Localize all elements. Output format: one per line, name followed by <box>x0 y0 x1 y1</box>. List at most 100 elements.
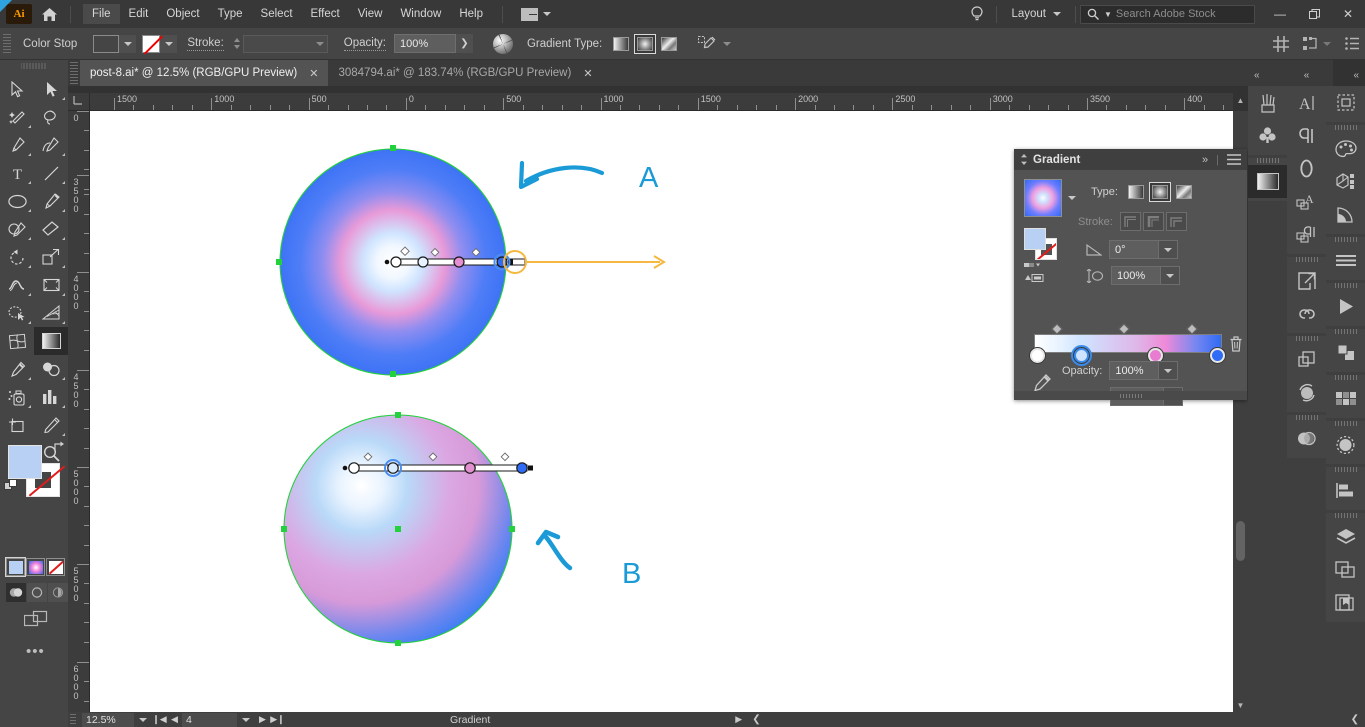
dock-group-gripper[interactable] <box>1334 375 1357 380</box>
panel-type-radial-button[interactable] <box>1148 182 1171 202</box>
draw-mode-behind[interactable] <box>27 583 47 602</box>
gradient-midpoint-3[interactable] <box>1186 323 1198 335</box>
export-icon[interactable] <box>1287 264 1326 297</box>
menu-view[interactable]: View <box>349 4 392 24</box>
stroke-weight-field[interactable] <box>242 34 328 53</box>
gradient-stroke-indicator[interactable] <box>1024 273 1046 284</box>
first-artboard-icon[interactable]: ❙◀ <box>152 714 167 725</box>
stop-opacity-field[interactable]: 100% <box>1109 361 1160 380</box>
aspect-ratio-dropdown[interactable] <box>1161 266 1180 285</box>
tool-scale[interactable] <box>34 243 68 271</box>
gradient-preview-swatch[interactable] <box>1024 179 1062 217</box>
dock-group-gripper[interactable] <box>1334 283 1357 288</box>
gradient-type-linear-button[interactable] <box>610 34 632 54</box>
gradient-type-radial-button[interactable] <box>634 33 657 54</box>
tab-strip-gripper[interactable] <box>70 62 78 84</box>
tool-shaper[interactable] <box>0 215 34 243</box>
panel-expand-icon[interactable]: » <box>1202 154 1208 166</box>
layers-icon[interactable] <box>1326 520 1365 553</box>
dock-group-gripper[interactable] <box>1295 336 1318 341</box>
dock-group-gripper[interactable] <box>1334 467 1357 472</box>
tool-pen[interactable] <box>0 131 34 159</box>
gradient-type-freeform-button[interactable] <box>658 34 680 54</box>
tool-magic-wand[interactable] <box>0 103 34 131</box>
panel-type-freeform-button[interactable] <box>1173 182 1195 202</box>
vertical-scroll-thumb[interactable] <box>1236 521 1245 561</box>
appearance-icon[interactable] <box>1326 428 1365 461</box>
stroke-dropdown-arrow[interactable] <box>160 34 178 53</box>
next-artboard-icon[interactable]: ▶ <box>255 714 270 725</box>
menu-effect[interactable]: Effect <box>302 4 349 24</box>
dock-expand-icon-right[interactable]: « <box>1353 70 1359 81</box>
artboards2-icon[interactable] <box>1326 553 1365 586</box>
brushes-icon[interactable] <box>1248 86 1287 119</box>
gradient-ramp[interactable] <box>1034 334 1222 353</box>
adobe-stock-search[interactable]: ▼ Search Adobe Stock <box>1080 4 1255 24</box>
draw-mode-normal[interactable] <box>6 583 26 602</box>
edit-toolbar-button[interactable]: ••• <box>26 643 45 660</box>
delete-stop-icon[interactable] <box>1229 336 1243 352</box>
tool-mesh[interactable] <box>0 327 34 355</box>
paint-mode-none[interactable] <box>46 558 65 576</box>
tool-symbol-sprayer[interactable] <box>0 383 34 411</box>
glyphs-icon[interactable] <box>1287 152 1326 185</box>
dock-group-gripper[interactable] <box>1256 158 1279 163</box>
tool-type[interactable]: T <box>0 159 34 187</box>
close-icon[interactable]: ✕ <box>583 67 592 80</box>
edit-gradient-button[interactable] <box>698 35 732 52</box>
dock-group-gripper[interactable] <box>1295 257 1318 262</box>
tool-curvature[interactable] <box>34 131 68 159</box>
scroll-up-icon[interactable]: ▲ <box>1233 93 1248 107</box>
dock-group-gripper[interactable] <box>1334 125 1357 130</box>
artboard-number-field[interactable]: 4 <box>182 712 237 727</box>
symbols-icon[interactable] <box>1248 119 1287 152</box>
menu-edit[interactable]: Edit <box>120 4 158 24</box>
stroke-centered-button[interactable] <box>1142 212 1164 231</box>
status-expand-icon[interactable]: ▶ <box>735 714 742 725</box>
color-icon[interactable] <box>1326 132 1365 165</box>
scroll-down-icon[interactable]: ▼ <box>1233 698 1248 712</box>
eyedropper-icon[interactable] <box>1032 373 1052 393</box>
stroke-color-button[interactable] <box>142 34 178 53</box>
opacity-options-button[interactable]: ❯ <box>455 34 473 53</box>
paragraph-icon[interactable] <box>1287 119 1326 152</box>
tool-width[interactable] <box>0 271 34 299</box>
document-tab-post8[interactable]: post-8.ai* @ 12.5% (RGB/GPU Preview) ✕ <box>80 60 329 86</box>
stroke-stepper[interactable] <box>232 35 243 53</box>
gradient-stop-4[interactable] <box>1210 348 1225 363</box>
recolor-artwork-button[interactable] <box>1303 36 1331 51</box>
vertical-ruler[interactable]: 0 3500 4000 4500 5000 5500 6000 <box>68 111 90 712</box>
stroke-within-button[interactable] <box>1119 212 1141 231</box>
horizontal-ruler[interactable]: 1500 1000 500 0 500 1000 1500 2000 2500 3000 3500 4… <box>90 93 1233 111</box>
dock-expand-icon-left[interactable]: « <box>1254 70 1260 81</box>
artboards-icon[interactable] <box>1326 86 1365 119</box>
panel-menu-icon[interactable] <box>1227 154 1241 165</box>
fill-color-swatch[interactable] <box>8 445 42 479</box>
swatches-icon[interactable] <box>1326 382 1365 415</box>
align2-icon[interactable] <box>1326 474 1365 507</box>
character-icon[interactable]: A <box>1287 86 1326 119</box>
menu-window[interactable]: Window <box>391 4 450 24</box>
panel-resize-grip[interactable] <box>1014 391 1247 400</box>
stop-opacity-dropdown[interactable] <box>1159 361 1179 380</box>
gradient-panel-header[interactable]: Gradient » | <box>1014 149 1247 170</box>
close-button[interactable]: ✕ <box>1331 0 1365 28</box>
menu-select[interactable]: Select <box>252 4 302 24</box>
menu-help[interactable]: Help <box>450 4 492 24</box>
panel-type-linear-button[interactable] <box>1125 182 1147 202</box>
color-themes-icon[interactable] <box>1326 198 1365 231</box>
dock-expand-icon-mid[interactable]: « <box>1304 70 1310 81</box>
actions-icon[interactable] <box>1326 290 1365 323</box>
tool-rotate[interactable] <box>0 243 34 271</box>
default-fill-stroke-icon[interactable] <box>4 479 18 493</box>
tool-paintbrush[interactable] <box>34 187 68 215</box>
aspect-ratio-field[interactable]: 100% <box>1111 266 1161 285</box>
panel-fill-swatch[interactable] <box>1024 228 1046 250</box>
opacity-label[interactable]: Opacity: <box>343 37 386 51</box>
links-icon[interactable] <box>1287 297 1326 330</box>
gradient-stop-1[interactable] <box>1030 348 1045 363</box>
angle-dropdown[interactable] <box>1159 240 1178 259</box>
tool-free-transform[interactable] <box>34 271 68 299</box>
tool-gradient[interactable] <box>34 327 68 355</box>
tool-eyedropper[interactable] <box>0 355 34 383</box>
